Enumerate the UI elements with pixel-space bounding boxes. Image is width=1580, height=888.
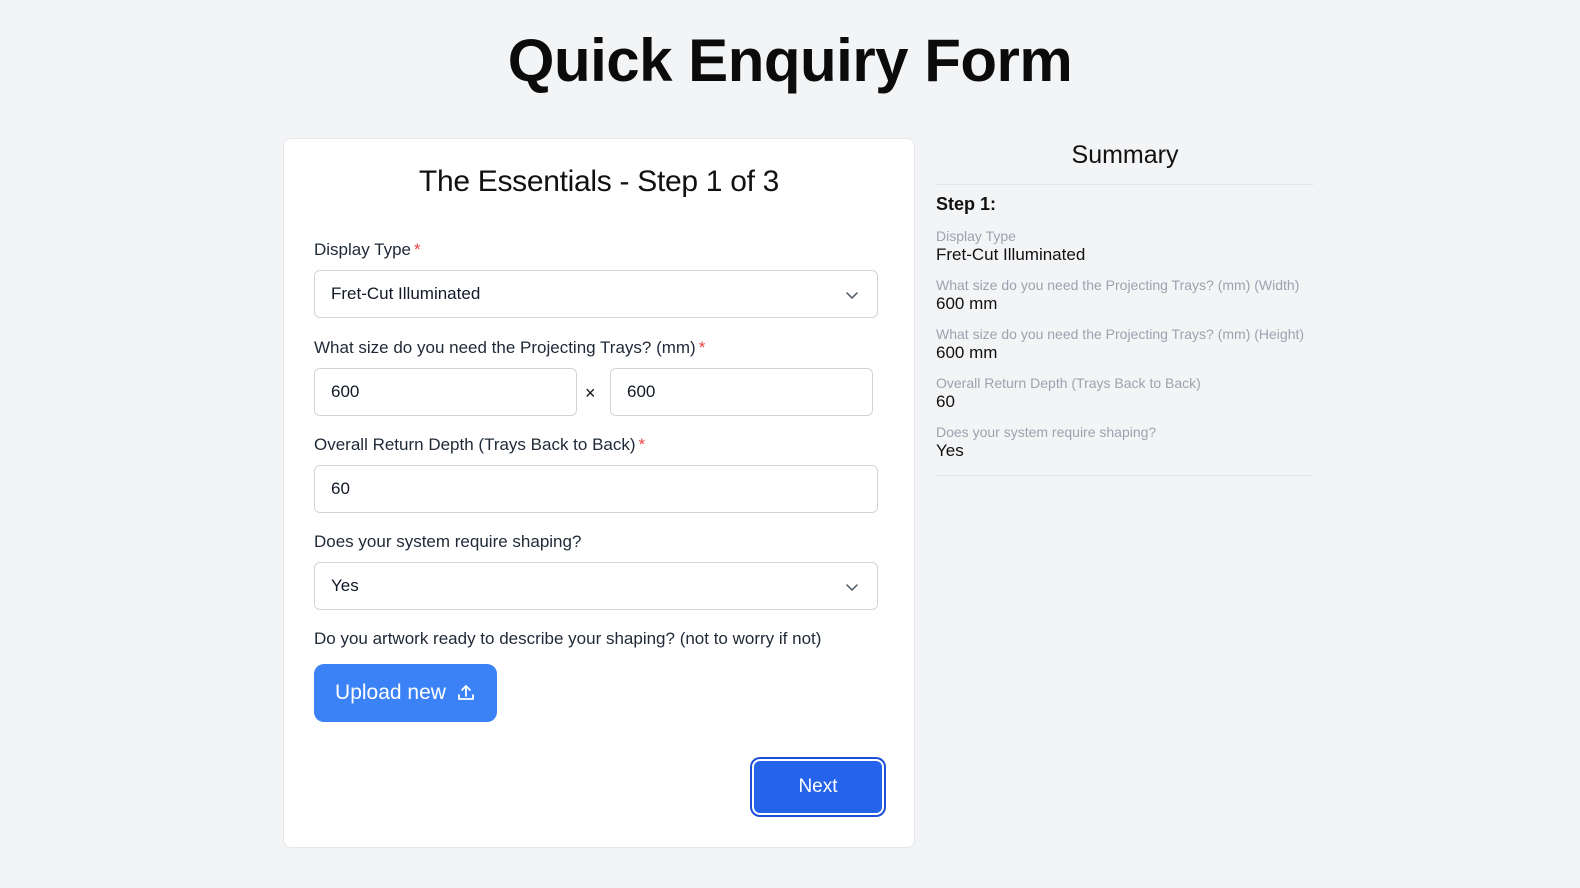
summary-label-display-type: Display Type: [936, 228, 1016, 244]
summary-step-heading: Step 1:: [936, 194, 997, 214]
summary-divider: [936, 461, 1314, 476]
step-title: The Essentials - Step 1 of 3: [418, 165, 780, 198]
upload-button-label: Upload new: [335, 681, 446, 704]
required-marker: *: [638, 435, 646, 454]
chevron-down-icon: [846, 292, 858, 299]
summary-value-tray-width: 600 mm: [936, 294, 998, 313]
tray-size-label: What size do you need the Projecting Tra…: [314, 338, 705, 358]
summary-label-tray-height: What size do you need the Projecting Tra…: [936, 326, 1305, 342]
display-type-label-text: Display Type: [314, 240, 412, 259]
summary-panel: Summary Step 1: Display Type Fret-Cut Il…: [936, 138, 1314, 476]
summary-value-return-depth: 60: [936, 392, 955, 411]
tray-size-label-text: What size do you need the Projecting Tra…: [314, 338, 696, 357]
display-type-value: Fret-Cut Illuminated: [331, 284, 481, 303]
tray-width-input[interactable]: 600: [314, 368, 577, 416]
return-depth-input[interactable]: 60: [314, 465, 878, 513]
return-depth-label-text: Overall Return Depth (Trays Back to Back…: [314, 435, 636, 454]
tray-width-value: 600: [331, 382, 360, 401]
return-depth-label: Overall Return Depth (Trays Back to Back…: [314, 435, 645, 455]
shaping-select[interactable]: Yes: [314, 562, 878, 610]
return-depth-value: 60: [331, 479, 350, 498]
required-marker: *: [698, 338, 706, 357]
page-title: Quick Enquiry Form: [507, 27, 1073, 94]
upload-icon: [458, 685, 474, 700]
summary-value-tray-height: 600 mm: [936, 343, 998, 362]
summary-label-tray-width: What size do you need the Projecting Tra…: [936, 277, 1300, 293]
chevron-down-icon: [846, 584, 858, 591]
form-card: The Essentials - Step 1 of 3 Display Typ…: [283, 138, 915, 848]
artwork-label: Do you artwork ready to describe your sh…: [314, 629, 822, 648]
required-marker: *: [414, 240, 421, 259]
summary-value-shaping: Yes: [936, 441, 964, 460]
shaping-value: Yes: [331, 576, 359, 595]
tray-height-input[interactable]: 600: [610, 368, 873, 416]
display-type-select[interactable]: Fret-Cut Illuminated: [314, 270, 878, 318]
upload-button[interactable]: Upload new: [314, 664, 497, 722]
summary-title: Summary: [936, 138, 1314, 185]
summary-label-shaping: Does your system require shaping?: [936, 424, 1157, 440]
summary-label-return-depth: Overall Return Depth (Trays Back to Back…: [936, 375, 1201, 391]
display-type-label: Display Type *: [314, 240, 421, 260]
summary-value-display-type: Fret-Cut Illuminated: [936, 245, 1086, 264]
dimension-separator: ×: [585, 383, 596, 403]
tray-height-value: 600: [627, 382, 656, 401]
next-button[interactable]: Next: [754, 761, 882, 813]
shaping-label: Does your system require shaping?: [314, 532, 582, 551]
